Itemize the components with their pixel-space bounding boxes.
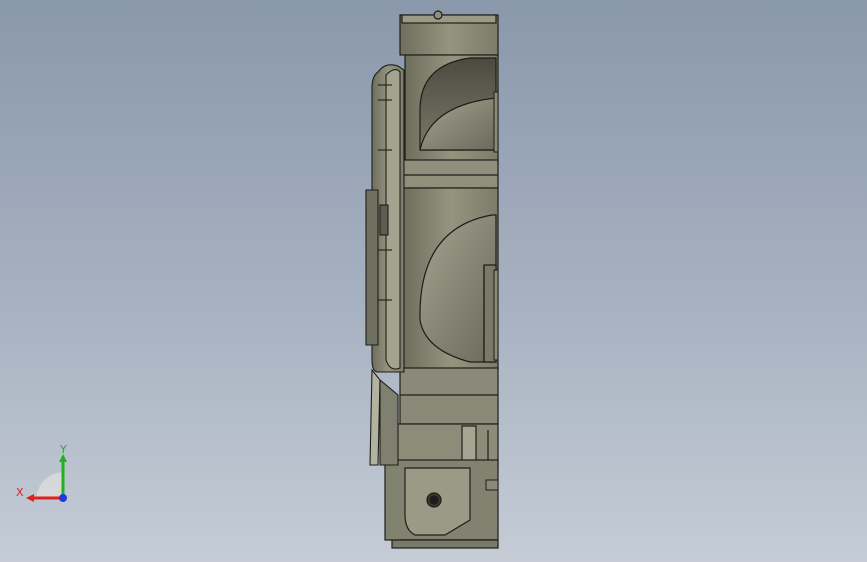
z-axis-dot bbox=[59, 494, 67, 502]
triad-graphic: Y X bbox=[16, 443, 67, 502]
y-axis-label: Y bbox=[59, 443, 67, 456]
graphics-viewport[interactable]: Y X bbox=[0, 0, 867, 562]
x-axis-arrowhead bbox=[26, 494, 34, 502]
coordinate-triad: Y X bbox=[10, 440, 80, 510]
cad-model-side-view[interactable] bbox=[0, 0, 867, 562]
triad-plane-icon bbox=[36, 472, 63, 498]
x-axis-label: X bbox=[16, 486, 24, 499]
cover-plate bbox=[365, 64, 405, 466]
